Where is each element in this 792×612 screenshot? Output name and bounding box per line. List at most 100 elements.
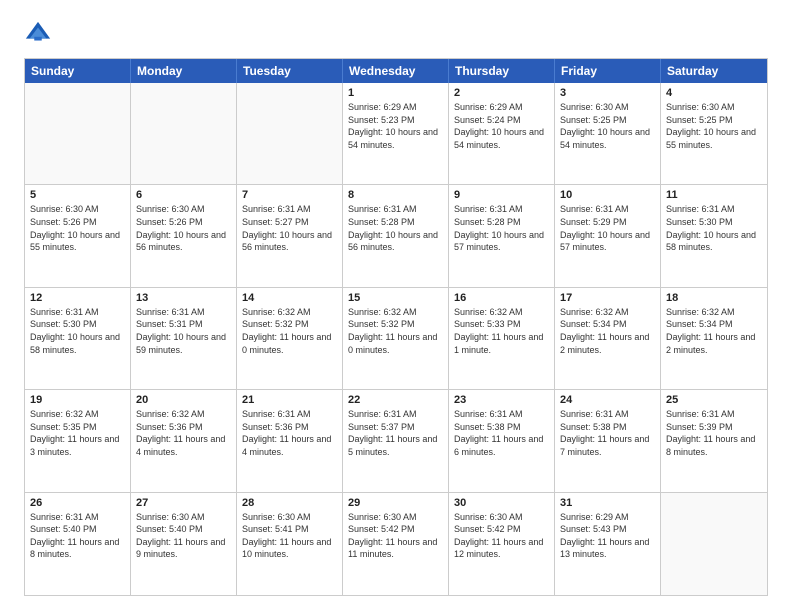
weekday-header: Tuesday [237, 59, 343, 83]
day-info: Sunrise: 6:31 AMSunset: 5:36 PMDaylight:… [242, 408, 337, 458]
day-number: 11 [666, 189, 762, 201]
day-info: Sunrise: 6:30 AMSunset: 5:42 PMDaylight:… [348, 511, 443, 561]
calendar-cell: 1 Sunrise: 6:29 AMSunset: 5:23 PMDaylight… [343, 83, 449, 184]
weekday-header: Saturday [661, 59, 767, 83]
calendar-cell: 27 Sunrise: 6:30 AMSunset: 5:40 PMDayligh… [131, 493, 237, 595]
day-info: Sunrise: 6:31 AMSunset: 5:31 PMDaylight:… [136, 306, 231, 356]
day-number: 15 [348, 292, 443, 304]
day-info: Sunrise: 6:32 AMSunset: 5:34 PMDaylight:… [666, 306, 762, 356]
day-number: 29 [348, 497, 443, 509]
calendar-cell: 8 Sunrise: 6:31 AMSunset: 5:28 PMDaylight… [343, 185, 449, 286]
day-info: Sunrise: 6:31 AMSunset: 5:30 PMDaylight:… [30, 306, 125, 356]
day-number: 4 [666, 87, 762, 99]
day-info: Sunrise: 6:30 AMSunset: 5:26 PMDaylight:… [136, 203, 231, 253]
weekday-header: Thursday [449, 59, 555, 83]
day-info: Sunrise: 6:30 AMSunset: 5:25 PMDaylight:… [560, 101, 655, 151]
day-info: Sunrise: 6:31 AMSunset: 5:40 PMDaylight:… [30, 511, 125, 561]
day-number: 10 [560, 189, 655, 201]
day-info: Sunrise: 6:31 AMSunset: 5:28 PMDaylight:… [454, 203, 549, 253]
calendar-row: 5 Sunrise: 6:30 AMSunset: 5:26 PMDaylight… [25, 185, 767, 287]
day-number: 14 [242, 292, 337, 304]
day-number: 7 [242, 189, 337, 201]
day-info: Sunrise: 6:30 AMSunset: 5:25 PMDaylight:… [666, 101, 762, 151]
day-info: Sunrise: 6:31 AMSunset: 5:30 PMDaylight:… [666, 203, 762, 253]
calendar-cell: 23Sunrise: 6:31 AMSunset: 5:38 PMDayligh… [449, 390, 555, 491]
day-info: Sunrise: 6:31 AMSunset: 5:38 PMDaylight:… [560, 408, 655, 458]
day-info: Sunrise: 6:30 AMSunset: 5:42 PMDaylight:… [454, 511, 549, 561]
day-info: Sunrise: 6:29 AMSunset: 5:23 PMDaylight:… [348, 101, 443, 151]
day-number: 17 [560, 292, 655, 304]
day-number: 20 [136, 394, 231, 406]
calendar-cell: 28 Sunrise: 6:30 AMSunset: 5:41 PMDayligh… [237, 493, 343, 595]
day-number: 6 [136, 189, 231, 201]
calendar-cell: 19Sunrise: 6:32 AMSunset: 5:35 PMDayligh… [25, 390, 131, 491]
calendar-cell: 3Sunrise: 6:30 AMSunset: 5:25 PMDaylight… [555, 83, 661, 184]
calendar-body: 1 Sunrise: 6:29 AMSunset: 5:23 PMDaylight… [25, 83, 767, 595]
day-number: 2 [454, 87, 549, 99]
calendar-cell: 15 Sunrise: 6:32 AMSunset: 5:32 PMDayligh… [343, 288, 449, 389]
calendar-row: 12 Sunrise: 6:31 AMSunset: 5:30 PMDayligh… [25, 288, 767, 390]
calendar-cell: 24Sunrise: 6:31 AMSunset: 5:38 PMDayligh… [555, 390, 661, 491]
calendar-cell [131, 83, 237, 184]
calendar-cell: 9 Sunrise: 6:31 AMSunset: 5:28 PMDaylight… [449, 185, 555, 286]
calendar-cell: 20 Sunrise: 6:32 AMSunset: 5:36 PMDayligh… [131, 390, 237, 491]
weekday-header: Wednesday [343, 59, 449, 83]
day-info: Sunrise: 6:30 AMSunset: 5:40 PMDaylight:… [136, 511, 231, 561]
day-info: Sunrise: 6:32 AMSunset: 5:32 PMDaylight:… [242, 306, 337, 356]
day-number: 25 [666, 394, 762, 406]
day-info: Sunrise: 6:31 AMSunset: 5:39 PMDaylight:… [666, 408, 762, 458]
day-info: Sunrise: 6:29 AMSunset: 5:43 PMDaylight:… [560, 511, 655, 561]
calendar-cell: 7 Sunrise: 6:31 AMSunset: 5:27 PMDaylight… [237, 185, 343, 286]
calendar-cell: 26 Sunrise: 6:31 AMSunset: 5:40 PMDayligh… [25, 493, 131, 595]
calendar: SundayMondayTuesdayWednesdayThursdayFrid… [24, 58, 768, 596]
calendar-cell: 25 Sunrise: 6:31 AMSunset: 5:39 PMDayligh… [661, 390, 767, 491]
calendar-cell: 30 Sunrise: 6:30 AMSunset: 5:42 PMDayligh… [449, 493, 555, 595]
calendar-cell: 31 Sunrise: 6:29 AMSunset: 5:43 PMDayligh… [555, 493, 661, 595]
day-info: Sunrise: 6:32 AMSunset: 5:35 PMDaylight:… [30, 408, 125, 458]
calendar-cell: 22Sunrise: 6:31 AMSunset: 5:37 PMDayligh… [343, 390, 449, 491]
day-number: 16 [454, 292, 549, 304]
calendar-cell: 21 Sunrise: 6:31 AMSunset: 5:36 PMDayligh… [237, 390, 343, 491]
calendar-row: 1 Sunrise: 6:29 AMSunset: 5:23 PMDaylight… [25, 83, 767, 185]
day-number: 27 [136, 497, 231, 509]
day-info: Sunrise: 6:32 AMSunset: 5:36 PMDaylight:… [136, 408, 231, 458]
day-info: Sunrise: 6:30 AMSunset: 5:41 PMDaylight:… [242, 511, 337, 561]
day-number: 31 [560, 497, 655, 509]
calendar-cell: 12 Sunrise: 6:31 AMSunset: 5:30 PMDayligh… [25, 288, 131, 389]
day-info: Sunrise: 6:31 AMSunset: 5:38 PMDaylight:… [454, 408, 549, 458]
day-number: 13 [136, 292, 231, 304]
calendar-row: 19Sunrise: 6:32 AMSunset: 5:35 PMDayligh… [25, 390, 767, 492]
day-number: 30 [454, 497, 549, 509]
day-info: Sunrise: 6:30 AMSunset: 5:26 PMDaylight:… [30, 203, 125, 253]
day-info: Sunrise: 6:32 AMSunset: 5:32 PMDaylight:… [348, 306, 443, 356]
logo [24, 20, 58, 48]
calendar-cell: 10Sunrise: 6:31 AMSunset: 5:29 PMDayligh… [555, 185, 661, 286]
day-number: 8 [348, 189, 443, 201]
day-number: 26 [30, 497, 125, 509]
day-number: 28 [242, 497, 337, 509]
weekday-header: Sunday [25, 59, 131, 83]
calendar-cell [25, 83, 131, 184]
day-number: 21 [242, 394, 337, 406]
calendar-cell: 11 Sunrise: 6:31 AMSunset: 5:30 PMDayligh… [661, 185, 767, 286]
day-number: 12 [30, 292, 125, 304]
weekday-header: Friday [555, 59, 661, 83]
calendar-cell: 14 Sunrise: 6:32 AMSunset: 5:32 PMDayligh… [237, 288, 343, 389]
day-number: 5 [30, 189, 125, 201]
header [24, 20, 768, 48]
weekday-header: Monday [131, 59, 237, 83]
calendar-cell: 16 Sunrise: 6:32 AMSunset: 5:33 PMDayligh… [449, 288, 555, 389]
day-number: 9 [454, 189, 549, 201]
calendar-header: SundayMondayTuesdayWednesdayThursdayFrid… [25, 59, 767, 83]
day-info: Sunrise: 6:32 AMSunset: 5:33 PMDaylight:… [454, 306, 549, 356]
day-info: Sunrise: 6:31 AMSunset: 5:27 PMDaylight:… [242, 203, 337, 253]
calendar-cell: 29 Sunrise: 6:30 AMSunset: 5:42 PMDayligh… [343, 493, 449, 595]
calendar-cell: 4 Sunrise: 6:30 AMSunset: 5:25 PMDaylight… [661, 83, 767, 184]
day-info: Sunrise: 6:29 AMSunset: 5:24 PMDaylight:… [454, 101, 549, 151]
calendar-cell [661, 493, 767, 595]
logo-icon [24, 20, 52, 48]
calendar-row: 26 Sunrise: 6:31 AMSunset: 5:40 PMDayligh… [25, 493, 767, 595]
day-info: Sunrise: 6:31 AMSunset: 5:28 PMDaylight:… [348, 203, 443, 253]
day-number: 1 [348, 87, 443, 99]
calendar-cell: 5 Sunrise: 6:30 AMSunset: 5:26 PMDaylight… [25, 185, 131, 286]
